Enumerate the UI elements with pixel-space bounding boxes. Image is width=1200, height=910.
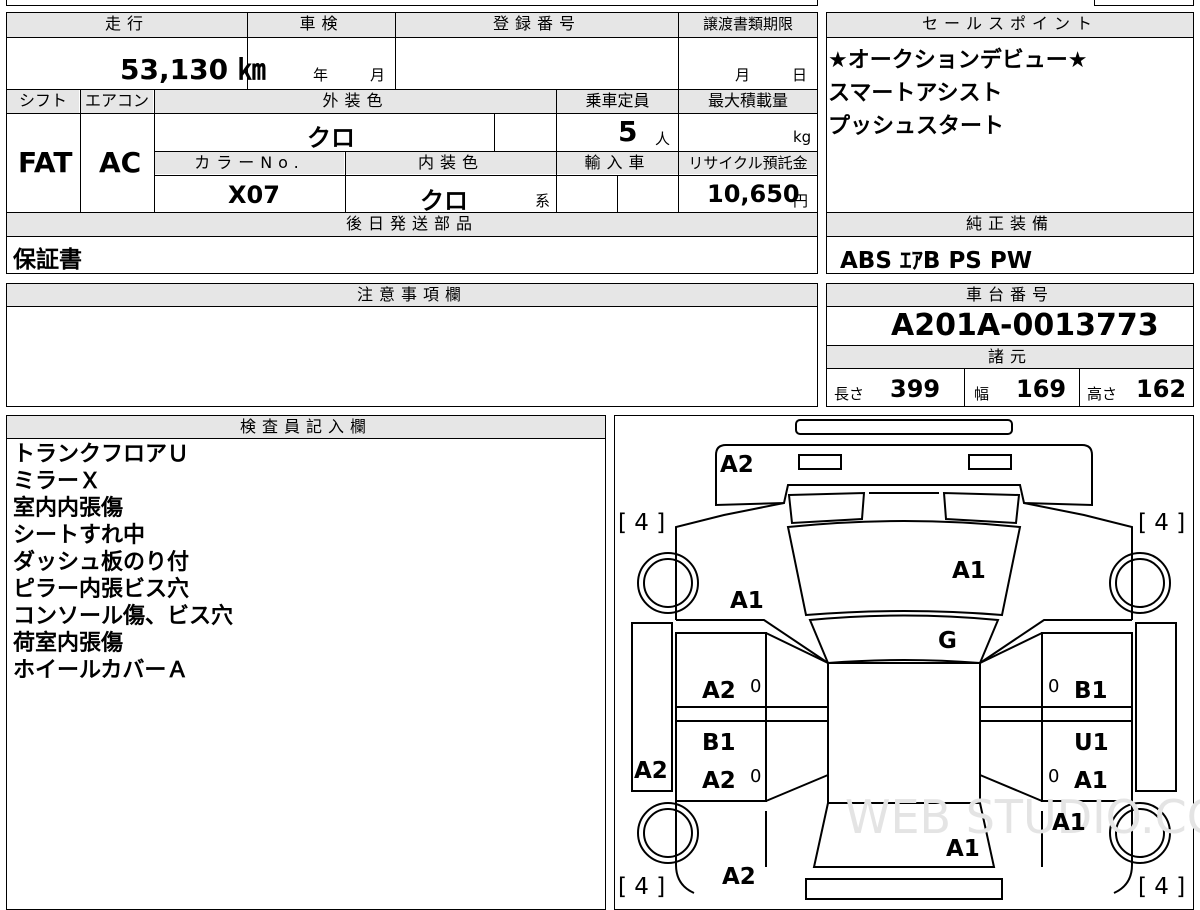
mileage-header: 走行 bbox=[7, 13, 247, 37]
shaken-header: 車検 bbox=[248, 13, 395, 37]
chassis-header: 車台番号 bbox=[827, 284, 1193, 306]
sales-point-item: スマートアシスト bbox=[828, 81, 1003, 106]
roof-rear-grade: A1 bbox=[946, 836, 980, 862]
width-value: 169 bbox=[1016, 375, 1067, 403]
import-header: 輸入車 bbox=[557, 152, 678, 174]
length-label: 長さ bbox=[834, 385, 865, 403]
capacity-unit: 人 bbox=[655, 130, 671, 148]
tire-front-left: [ 4 ] bbox=[618, 510, 666, 536]
left-side-grade: A2 bbox=[634, 758, 668, 784]
hood-grade: A1 bbox=[952, 558, 986, 584]
genuine-equipment-value: ABS ｴｱB PS PW bbox=[840, 248, 1033, 274]
right-rear-door-top-grade: U1 bbox=[1074, 730, 1109, 756]
later-parts-header: 後日発送部品 bbox=[7, 213, 817, 236]
later-parts-value: 保証書 bbox=[13, 247, 82, 273]
registration-header: 登録番号 bbox=[396, 13, 678, 37]
inspector-note-item: 室内内張傷 bbox=[13, 496, 124, 521]
sales-point-header: セールスポイント bbox=[827, 13, 1193, 37]
watermark: WEB STUDIO.CO bbox=[845, 790, 1200, 844]
max-load-header: 最大積載量 bbox=[679, 90, 817, 113]
right-rear-zero: 0 bbox=[1048, 766, 1060, 787]
height-label: 高さ bbox=[1087, 385, 1118, 403]
inspector-note-item: ピラー内張ビス穴 bbox=[13, 577, 190, 602]
transfer-month-unit: 月 bbox=[735, 66, 751, 84]
notes-header: 注意事項欄 bbox=[7, 284, 817, 306]
transfer-day-unit: 日 bbox=[792, 66, 808, 84]
shaken-month-unit: 月 bbox=[370, 66, 386, 84]
length-value: 399 bbox=[890, 375, 941, 403]
left-front-zero: 0 bbox=[750, 676, 762, 697]
windshield-grade: G bbox=[938, 628, 957, 654]
inspector-note-item: 荷室内張傷 bbox=[13, 631, 124, 656]
left-front-door-grade: A2 bbox=[702, 678, 736, 704]
aircon-header: エアコン bbox=[81, 90, 153, 113]
top-partial-row bbox=[6, 0, 818, 6]
tire-front-right: [ 4 ] bbox=[1138, 510, 1186, 536]
left-rear-door-grade: A2 bbox=[702, 768, 736, 794]
capacity-value: 5 bbox=[618, 115, 638, 148]
height-value: 162 bbox=[1136, 375, 1187, 403]
right-front-door-grade: B1 bbox=[1074, 678, 1108, 704]
shift-value: FAT bbox=[18, 146, 73, 179]
chassis-no-value: A201A-0013773 bbox=[891, 308, 1159, 343]
sales-point-list: ★オークションデビュー★ スマートアシスト プッシュスタート bbox=[828, 44, 1087, 143]
exterior-color-header: 外装色 bbox=[155, 90, 556, 113]
genuine-equipment-header: 純正装備 bbox=[827, 213, 1193, 236]
right-quarter-grade: A1 bbox=[1052, 810, 1086, 836]
aircon-value: AC bbox=[99, 146, 142, 179]
recycle-unit: 円 bbox=[793, 192, 809, 210]
color-no-value: X07 bbox=[228, 181, 280, 209]
sales-point-item: プッシュスタート bbox=[828, 114, 1005, 139]
right-front-zero: 0 bbox=[1048, 676, 1060, 697]
sales-point-item: ★オークションデビュー★ bbox=[828, 48, 1088, 73]
recycle-header: リサイクル預託金 bbox=[679, 152, 817, 174]
max-load-unit: kg bbox=[793, 128, 812, 146]
inspector-note-item: ダッシュ板のり付 bbox=[13, 550, 190, 575]
capacity-header: 乗車定員 bbox=[557, 90, 678, 113]
inspector-note-item: シートすれ中 bbox=[13, 523, 146, 548]
inspector-note-item: ホイールカバーＡ bbox=[13, 658, 189, 683]
left-rear-zero: 0 bbox=[750, 766, 762, 787]
inspector-note-item: コンソール傷、ビス穴 bbox=[13, 604, 234, 629]
transfer-deadline-header: 譲渡書類期限 bbox=[679, 13, 817, 37]
left-fender-grade: A1 bbox=[730, 588, 764, 614]
tire-rear-left: [ 4 ] bbox=[618, 874, 666, 900]
shaken-year-unit: 年 bbox=[313, 66, 329, 84]
rear-bumper-grade: A2 bbox=[722, 864, 756, 890]
interior-color-value: クロ bbox=[420, 187, 468, 215]
front-bumper-grade: A2 bbox=[720, 452, 754, 478]
inspector-header: 検査員記入欄 bbox=[7, 416, 605, 438]
exterior-color-value: クロ bbox=[307, 124, 355, 152]
inspector-note-item: ミラーＸ bbox=[13, 469, 102, 494]
interior-color-header: 内装色 bbox=[346, 152, 556, 174]
shift-header: シフト bbox=[7, 90, 79, 113]
mileage-value: 53,130 ㎞ bbox=[120, 53, 266, 86]
interior-color-suffix: 系 bbox=[535, 192, 551, 210]
tire-rear-right: [ 4 ] bbox=[1138, 874, 1186, 900]
specs-header: 諸元 bbox=[827, 346, 1193, 368]
left-rear-door-top-grade: B1 bbox=[702, 730, 736, 756]
top-partial-right bbox=[1094, 0, 1194, 6]
recycle-value: 10,650 bbox=[707, 180, 800, 208]
inspector-notes-list: トランクフロアＵ ミラーＸ 室内内張傷 シートすれ中 ダッシュ板のり付 ピラー内張ビス穴コ… bbox=[13, 441, 233, 684]
color-no-header: カラーNo. bbox=[155, 152, 344, 174]
right-rear-door-grade: A1 bbox=[1074, 768, 1108, 794]
inspector-note-item: トランクフロアＵ bbox=[13, 442, 190, 467]
width-label: 幅 bbox=[974, 385, 990, 403]
